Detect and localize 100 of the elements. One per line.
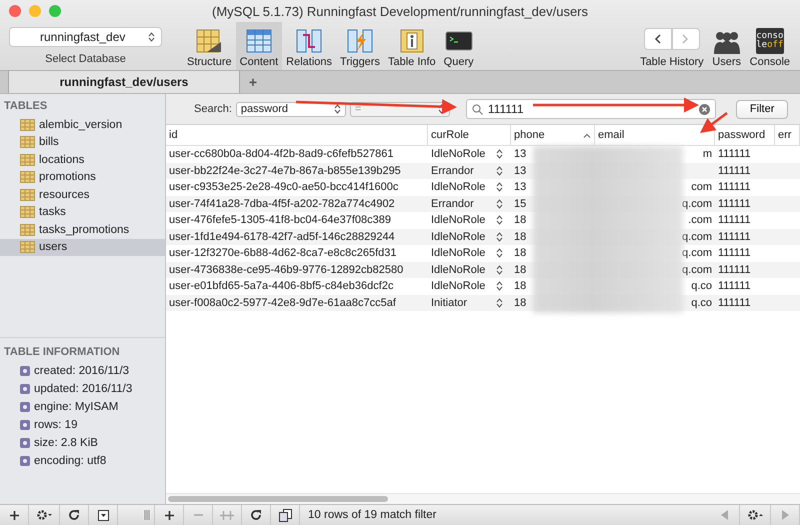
table-info-text: size: 2.8 KiB	[34, 437, 98, 449]
role-select-cell[interactable]: IdleNoRole	[428, 278, 511, 294]
role-select-cell[interactable]: IdleNoRole	[428, 228, 511, 245]
toolbar-button[interactable]: Structure	[183, 22, 236, 70]
toolbar-button[interactable]: Relations	[282, 22, 336, 70]
role-select-cell[interactable]: IdleNoRole	[428, 146, 511, 162]
toolbar-button[interactable]: Content	[236, 22, 282, 70]
minus-icon	[194, 514, 202, 516]
scrollbar-thumb[interactable]	[168, 496, 388, 502]
sort-caret-icon	[583, 132, 591, 138]
table-cell-text: user-f008a0c2-5977-42e8-9d7e-61aa8c7cc5af	[168, 296, 397, 311]
chevron-left-icon	[654, 34, 662, 44]
table-cell-text: 18	[513, 230, 528, 245]
updown-arrows-icon	[496, 215, 503, 226]
table-cell-text: 13	[513, 180, 528, 196]
column-header[interactable]: password	[715, 125, 775, 145]
table-cell-text: 18	[513, 213, 528, 228]
close-button[interactable]	[9, 5, 21, 17]
sidebar-heading: TABLES	[3, 99, 48, 114]
table-info-text: rows: 19	[34, 419, 78, 431]
table-cell-text: q.co	[690, 296, 713, 311]
table-icon	[20, 206, 35, 218]
column-header[interactable]: curRole	[428, 125, 511, 145]
forward-button[interactable]	[672, 28, 700, 50]
table-cell-text: user-1fd1e494-6178-42f7-ad5f-146c28829244	[168, 230, 396, 245]
table-cell-text: user-4736838e-ce95-46b9-9776-12892cb82580	[168, 262, 404, 278]
zoom-button[interactable]	[49, 5, 61, 17]
refresh-icon	[68, 509, 80, 521]
document-tab[interactable]: runningfast_dev/users	[8, 71, 240, 93]
table-list-item[interactable]: bills	[0, 134, 165, 151]
chevron-updown-icon	[148, 32, 155, 42]
right-triangle-icon	[781, 510, 789, 520]
toolbar-button[interactable]: Table Info	[384, 22, 440, 70]
updown-arrows-icon	[496, 248, 503, 258]
info-bullet-icon	[20, 366, 30, 376]
updown-arrows-icon	[496, 281, 503, 292]
table-cell-text: 18	[513, 262, 528, 278]
triggers-icon	[346, 28, 374, 54]
role-select-cell[interactable]: IdleNoRole	[428, 245, 511, 262]
database-select[interactable]: runningfast_dev	[9, 27, 162, 47]
filter-button[interactable]: Filter	[736, 100, 788, 118]
table-cell-text: q.co	[690, 279, 713, 294]
role-select-cell[interactable]: Initiator	[428, 294, 511, 311]
table-cell-text: 13	[513, 147, 528, 162]
table-cell-text: m	[702, 147, 713, 162]
column-header[interactable]: phone	[511, 125, 595, 145]
clear-icon	[698, 104, 710, 114]
table-cell-text: .com	[687, 213, 713, 228]
role-select-cell[interactable]: IdleNoRole	[428, 212, 511, 228]
updown-arrows-icon	[496, 298, 503, 308]
table-list-item[interactable]: alembic_version	[0, 116, 165, 134]
back-button[interactable]	[644, 28, 672, 50]
column-header[interactable]: email	[595, 125, 715, 145]
ruler-grid-icon	[195, 28, 224, 54]
users-button[interactable]: Users	[708, 22, 746, 70]
updown-arrows-icon	[496, 198, 503, 209]
table-info-text: updated: 2016/11/3	[34, 383, 132, 395]
info-bullet-icon	[20, 420, 30, 430]
table-cell-text: 111111	[717, 262, 752, 278]
role-select-cell[interactable]: Errandor	[428, 162, 511, 179]
console-icon: conso leoff	[756, 28, 784, 54]
refresh-icon	[250, 509, 262, 521]
column-header[interactable]: id	[166, 125, 428, 145]
toolbar-button[interactable]: Triggers	[336, 22, 384, 70]
table-list-item[interactable]: tasks	[0, 204, 165, 221]
sidebar-heading: TABLE INFORMATION	[3, 345, 121, 360]
table-cell-text: com	[690, 180, 713, 196]
table-icon	[20, 118, 35, 131]
updown-arrows-icon	[496, 149, 503, 160]
table-icon	[20, 224, 35, 236]
table-list-item[interactable]: users	[0, 238, 165, 256]
table-cell-text: 111111	[717, 230, 752, 245]
documents-icon	[278, 508, 292, 522]
info-icon	[398, 28, 426, 54]
add-tab-button[interactable]: +	[240, 71, 266, 93]
table-list-item[interactable]: tasks_promotions	[0, 221, 165, 238]
table-cell-text: q.com	[681, 196, 713, 212]
status-text: 10 rows of 19 match filter	[307, 509, 438, 521]
updown-arrows-icon	[496, 232, 503, 242]
table-info-text: created: 2016/11/3	[34, 365, 130, 377]
table-cell-text: user-bb22f24e-3c27-4e7b-867a-b855e139b295	[168, 164, 402, 179]
column-header[interactable]: err	[775, 125, 800, 145]
role-select-cell[interactable]: IdleNoRole	[428, 262, 511, 278]
table-list-item[interactable]: promotions	[0, 168, 165, 186]
role-select-cell[interactable]: IdleNoRole	[428, 179, 511, 196]
table-cell-text: 111111	[717, 213, 752, 228]
table-cell-text: user-e01bfd65-5a7a-4406-8bf5-c84eb36dcf2c	[168, 279, 394, 294]
role-select-cell[interactable]: Errandor	[428, 196, 511, 212]
console-button[interactable]: conso leoff Console	[746, 22, 794, 70]
table-list-item[interactable]: resources	[0, 186, 165, 204]
table-list-item[interactable]: locations	[0, 151, 165, 168]
history-control[interactable]: Table History	[636, 22, 708, 70]
dropdown-box-icon	[98, 510, 108, 520]
toolbar-button[interactable]: Query	[440, 22, 478, 70]
table-cell-text: 111111	[717, 296, 752, 311]
toolbar-label: Select Database	[45, 53, 126, 65]
table-cell-text: 111111	[717, 147, 752, 162]
field-select[interactable]: password	[236, 102, 346, 116]
table-info-text: engine: MyISAM	[34, 401, 118, 413]
table-grid-icon	[244, 28, 273, 54]
